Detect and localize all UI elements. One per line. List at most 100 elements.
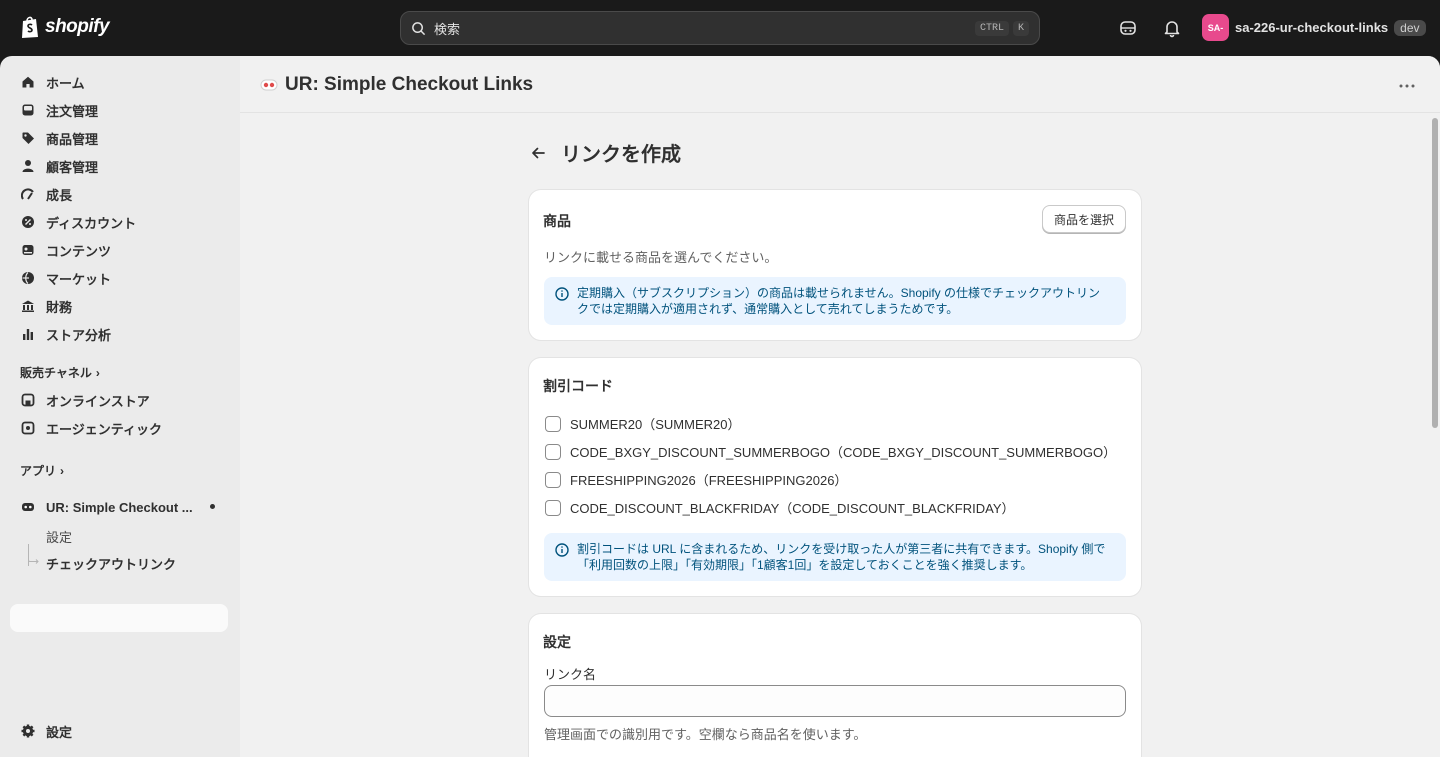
app-logo-icon bbox=[260, 79, 278, 91]
banner-line: 定期購入（サブスクリプション）の商品は載せられません。Shopify の仕様でチ… bbox=[577, 286, 1101, 300]
pin-dot-icon[interactable] bbox=[210, 504, 215, 509]
sidebar-item-customers[interactable]: 顧客管理 bbox=[10, 152, 228, 180]
discount-option[interactable]: SUMMER20（SUMMER20） bbox=[545, 414, 740, 433]
sidebar-item-discounts[interactable]: ディスカウント bbox=[10, 208, 228, 236]
discount-icon bbox=[20, 214, 36, 230]
sidebar-item-markets[interactable]: マーケット bbox=[10, 264, 228, 292]
scrollbar[interactable] bbox=[1432, 118, 1438, 428]
sidebar-item-home[interactable]: ホーム bbox=[10, 68, 228, 96]
page-header: リンクを作成 bbox=[529, 138, 681, 167]
sidebar-item-label: マーケット bbox=[46, 271, 112, 287]
globe-icon bbox=[20, 270, 36, 286]
gear-icon bbox=[20, 723, 36, 739]
app-header: UR: Simple Checkout Links bbox=[240, 56, 1440, 113]
checkbox[interactable] bbox=[545, 499, 561, 516]
product-description: リンクに載せる商品を選んでください。 bbox=[544, 250, 778, 265]
back-arrow-icon[interactable] bbox=[529, 144, 547, 162]
discount-card: 割引コード SUMMER20（SUMMER20） CODE_BXGY_DISCO… bbox=[529, 358, 1141, 596]
sidebar-item-label: 商品管理 bbox=[46, 131, 99, 147]
sidebar-item-app[interactable]: UR: Simple Checkout ... bbox=[10, 493, 228, 521]
inbox-icon bbox=[20, 102, 36, 118]
discount-code-label: CODE_DISCOUNT_BLACKFRIDAY（CODE_DISCOUNT_… bbox=[570, 501, 1015, 516]
info-icon bbox=[555, 543, 569, 557]
link-name-label: リンク名 bbox=[544, 667, 597, 682]
page-title: リンクを作成 bbox=[561, 144, 681, 166]
sidebar-item-online-store[interactable]: オンラインストア bbox=[10, 386, 228, 414]
shopify-logo[interactable]: shopify bbox=[20, 15, 110, 39]
shortcut-ctrl: CTRL bbox=[974, 20, 1009, 36]
discount-code-label: CODE_BXGY_DISCOUNT_SUMMERBOGO（CODE_BXGY_… bbox=[570, 445, 1117, 460]
discount-option[interactable]: CODE_BXGY_DISCOUNT_SUMMERBOGO（CODE_BXGY_… bbox=[545, 442, 1116, 461]
store-name: sa-226-ur-checkout-links bbox=[1235, 20, 1389, 35]
store-icon bbox=[20, 392, 36, 408]
sidebar-item-products[interactable]: 商品管理 bbox=[10, 124, 228, 152]
sales-channels-label: 販売チャネル bbox=[20, 366, 92, 380]
sidebar-item-label: ホーム bbox=[46, 75, 85, 91]
app-title-text: UR: Simple Checkout Links bbox=[285, 74, 534, 95]
sidebar-item-label: 設定 bbox=[46, 724, 73, 740]
shortcut-k: K bbox=[1012, 20, 1029, 36]
discount-card-title: 割引コード bbox=[543, 378, 613, 394]
settings-card: 設定 リンク名 管理画面での識別用です。空欄なら商品名を使います。 bbox=[529, 614, 1141, 757]
subscription-info-banner: 定期購入（サブスクリプション）の商品は載せられません。Shopify の仕様でチ… bbox=[544, 277, 1126, 325]
link-name-input[interactable] bbox=[544, 685, 1126, 717]
app-logo-icon bbox=[20, 499, 36, 515]
checkbox[interactable] bbox=[545, 415, 561, 432]
select-product-button[interactable]: 商品を選択 bbox=[1041, 205, 1126, 233]
sidebar-app-name: UR: Simple Checkout ... bbox=[46, 499, 193, 515]
store-menu[interactable]: SA- sa-226-ur-checkout-links dev bbox=[1202, 14, 1426, 41]
checkbox[interactable] bbox=[545, 443, 561, 460]
bell-icon[interactable] bbox=[1162, 18, 1182, 38]
shopify-bag-icon bbox=[22, 16, 38, 38]
sidebar-item-label: エージェンティック bbox=[46, 421, 162, 437]
discount-code-label: SUMMER20（SUMMER20） bbox=[570, 417, 741, 432]
main-content: UR: Simple Checkout Links リンクを作成 商品 商品を選… bbox=[240, 56, 1440, 757]
apps-label: アプリ bbox=[20, 464, 57, 478]
sidebar: ホーム 注文管理 商品管理 顧客管理 成長 ディスカウント コンテンツ マーケッ… bbox=[0, 56, 240, 757]
sidebar-item-finance[interactable]: 財務 bbox=[10, 292, 228, 320]
search-input[interactable]: 検索 CTRL K bbox=[400, 11, 1040, 45]
sidebar-item-label: 顧客管理 bbox=[46, 159, 99, 175]
sidebar-item-label: 注文管理 bbox=[46, 103, 99, 119]
banner-line: 割引コードは URL に含まれるため、リンクを受け取った人が第三者に共有できます… bbox=[577, 542, 1106, 556]
content-icon bbox=[20, 242, 36, 258]
person-icon bbox=[20, 158, 36, 174]
chevron-right-icon: › bbox=[60, 463, 65, 478]
search-placeholder: 検索 bbox=[434, 21, 461, 37]
link-name-help: 管理画面での識別用です。空欄なら商品名を使います。 bbox=[544, 727, 867, 742]
sidebar-subitem-settings[interactable]: 設定 bbox=[46, 527, 72, 546]
shop-assistant-icon[interactable] bbox=[1118, 18, 1138, 38]
env-badge: dev bbox=[1394, 19, 1426, 36]
settings-card-title: 設定 bbox=[543, 634, 571, 650]
discount-option[interactable]: FREESHIPPING2026（FREESHIPPING2026） bbox=[545, 470, 847, 489]
sidebar-item-label: ストア分析 bbox=[46, 327, 112, 343]
bank-icon bbox=[20, 298, 36, 314]
checkbox[interactable] bbox=[545, 471, 561, 488]
sidebar-item-settings[interactable]: 設定 bbox=[10, 717, 228, 745]
top-bar: shopify 検索 CTRL K SA- sa-226-ur-checkout… bbox=[0, 0, 1440, 56]
tree-branch-icon bbox=[28, 552, 39, 564]
sidebar-item-label: コンテンツ bbox=[46, 243, 112, 259]
chart-icon bbox=[20, 326, 36, 342]
chevron-right-icon: › bbox=[95, 365, 100, 380]
growth-icon bbox=[20, 186, 36, 202]
sales-channels-heading[interactable]: 販売チャネル › bbox=[20, 364, 100, 381]
sidebar-item-growth[interactable]: 成長 bbox=[10, 180, 228, 208]
app-title: UR: Simple Checkout Links bbox=[260, 74, 533, 96]
tag-icon bbox=[20, 130, 36, 146]
apps-heading[interactable]: アプリ › bbox=[20, 462, 64, 479]
info-icon bbox=[555, 287, 569, 301]
sidebar-item-analytics[interactable]: ストア分析 bbox=[10, 320, 228, 348]
sidebar-item-orders[interactable]: 注文管理 bbox=[10, 96, 228, 124]
agentic-icon bbox=[20, 420, 36, 436]
banner-line: クでは定期購入が適用されず、通常購入として売れてしまうためです。 bbox=[577, 302, 959, 316]
home-icon bbox=[20, 74, 36, 90]
sidebar-item-content[interactable]: コンテンツ bbox=[10, 236, 228, 264]
discount-code-label: FREESHIPPING2026（FREESHIPPING2026） bbox=[570, 473, 848, 488]
discount-warning-banner: 割引コードは URL に含まれるため、リンクを受け取った人が第三者に共有できます… bbox=[544, 533, 1126, 581]
more-actions-icon[interactable] bbox=[1398, 78, 1416, 96]
sidebar-item-label: 財務 bbox=[46, 299, 73, 315]
sidebar-item-agentic[interactable]: エージェンティック bbox=[10, 414, 228, 442]
discount-option[interactable]: CODE_DISCOUNT_BLACKFRIDAY（CODE_DISCOUNT_… bbox=[545, 498, 1015, 517]
sidebar-subitem-checkout-links[interactable]: チェックアウトリンク bbox=[46, 554, 176, 573]
